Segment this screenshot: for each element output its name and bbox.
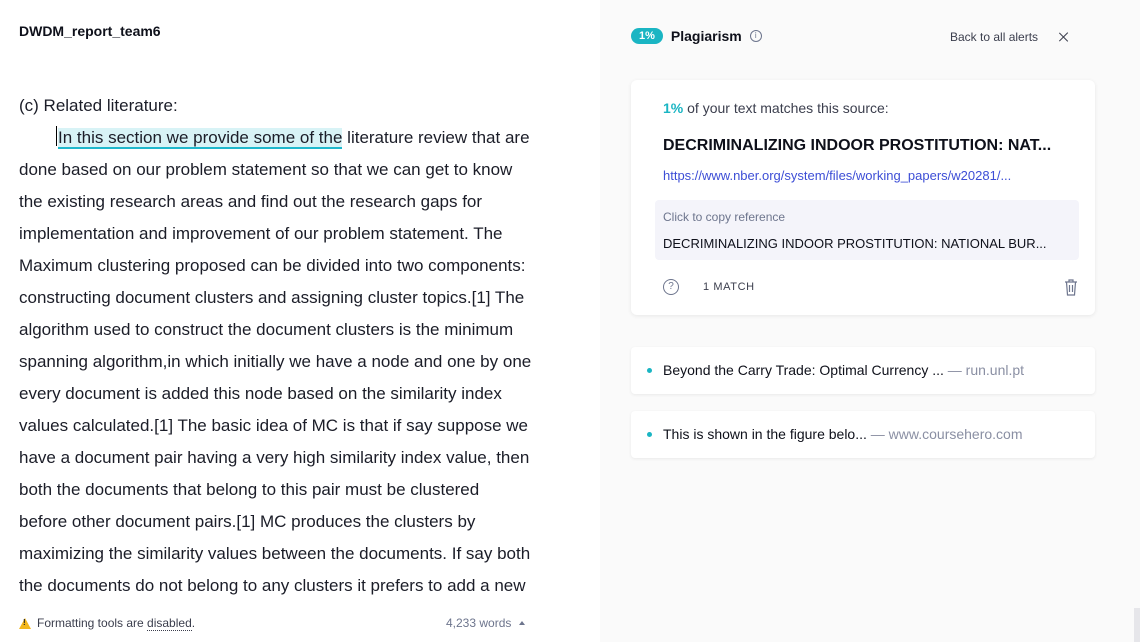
disabled-link[interactable]: disabled bbox=[147, 616, 192, 631]
match-count: 1 MATCH bbox=[703, 281, 755, 293]
close-icon[interactable] bbox=[1057, 30, 1071, 44]
assistant-panel: 1% Plagiarism i Back to all alerts 1% of… bbox=[600, 0, 1140, 642]
other-source-label: Beyond the Carry Trade: Optimal Currency… bbox=[663, 362, 1025, 378]
warning-icon bbox=[19, 617, 31, 629]
document-title[interactable]: DWDM_report_team6 bbox=[19, 23, 161, 39]
back-to-alerts-link[interactable]: Back to all alerts bbox=[950, 30, 1038, 44]
paragraph-line[interactable]: the existing research areas and find out… bbox=[19, 186, 579, 218]
paragraph-line[interactable]: algorithm used to construct the document… bbox=[19, 314, 579, 346]
other-source-item[interactable]: Beyond the Carry Trade: Optimal Currency… bbox=[631, 347, 1095, 394]
formatting-warning: Formatting tools are disabled. bbox=[19, 616, 196, 631]
paragraph-line[interactable]: implementation and improvement of our pr… bbox=[19, 218, 579, 250]
word-count-button[interactable]: 4,233 words bbox=[446, 616, 526, 630]
editor-pane: DWDM_report_team6 (c) Related literature… bbox=[0, 0, 600, 642]
copy-reference-box[interactable]: Click to copy reference DECRIMINALIZING … bbox=[655, 200, 1079, 260]
paragraph-line[interactable]: spanning algorithm,in which initially we… bbox=[19, 346, 579, 378]
paragraph-line[interactable]: the documents do not belong to any clust… bbox=[19, 570, 579, 602]
paragraph-first-line[interactable]: In this section we provide some of the l… bbox=[19, 122, 579, 154]
trash-icon[interactable] bbox=[1063, 278, 1079, 296]
paragraph-line[interactable]: before other document pairs.[1] MC produ… bbox=[19, 506, 579, 538]
first-line-rest: literature review that are bbox=[342, 128, 530, 147]
source-url-link[interactable]: https://www.nber.org/system/files/workin… bbox=[663, 168, 1079, 183]
caret-up-icon bbox=[519, 621, 526, 625]
text-cursor bbox=[56, 126, 57, 146]
copy-reference-hint: Click to copy reference bbox=[663, 210, 786, 224]
warning-text: Formatting tools are disabled. bbox=[37, 616, 196, 631]
paragraph-line[interactable]: have a document pair having a very high … bbox=[19, 442, 579, 474]
paragraph-line[interactable]: values calculated.[1] The basic idea of … bbox=[19, 410, 579, 442]
bullet-icon bbox=[647, 368, 652, 373]
word-count: 4,233 words bbox=[446, 616, 512, 630]
match-summary: 1% of your text matches this source: bbox=[663, 100, 889, 116]
paragraph-line[interactable]: both the documents that belong to this p… bbox=[19, 474, 579, 506]
match-percent: 1% bbox=[663, 100, 684, 116]
other-source-item[interactable]: This is shown in the figure belo... — ww… bbox=[631, 411, 1095, 458]
paragraph-line[interactable]: done based on our problem statement so t… bbox=[19, 154, 579, 186]
bullet-icon bbox=[647, 432, 652, 437]
source-match-card: 1% of your text matches this source: DEC… bbox=[631, 80, 1095, 315]
help-icon[interactable]: ? bbox=[663, 279, 679, 295]
scrollbar[interactable] bbox=[1134, 608, 1140, 642]
plagiarism-highlight[interactable]: In this section we provide some of the bbox=[58, 128, 343, 149]
paragraph-line[interactable]: constructing document clusters and assig… bbox=[19, 282, 579, 314]
paragraph-line[interactable]: maximizing the similarity values between… bbox=[19, 538, 579, 570]
panel-title: Plagiarism bbox=[670, 28, 742, 44]
document-body[interactable]: (c) Related literature: In this section … bbox=[19, 90, 579, 602]
section-heading[interactable]: (c) Related literature: bbox=[19, 90, 579, 122]
source-title: DECRIMINALIZING INDOOR PROSTITUTION: NAT… bbox=[663, 137, 1052, 154]
paragraph-line[interactable]: every document is added this node based … bbox=[19, 378, 579, 410]
info-icon[interactable]: i bbox=[749, 30, 762, 42]
plagiarism-percent-badge: 1% bbox=[631, 28, 663, 44]
reference-text: DECRIMINALIZING INDOOR PROSTITUTION: NAT… bbox=[663, 236, 1047, 251]
panel-header: 1% Plagiarism i bbox=[631, 28, 762, 44]
status-bar: Formatting tools are disabled. 4,233 wor… bbox=[0, 610, 600, 642]
other-source-label: This is shown in the figure belo... — ww… bbox=[663, 426, 1023, 442]
paragraph-line[interactable]: Maximum clustering proposed can be divid… bbox=[19, 250, 579, 282]
